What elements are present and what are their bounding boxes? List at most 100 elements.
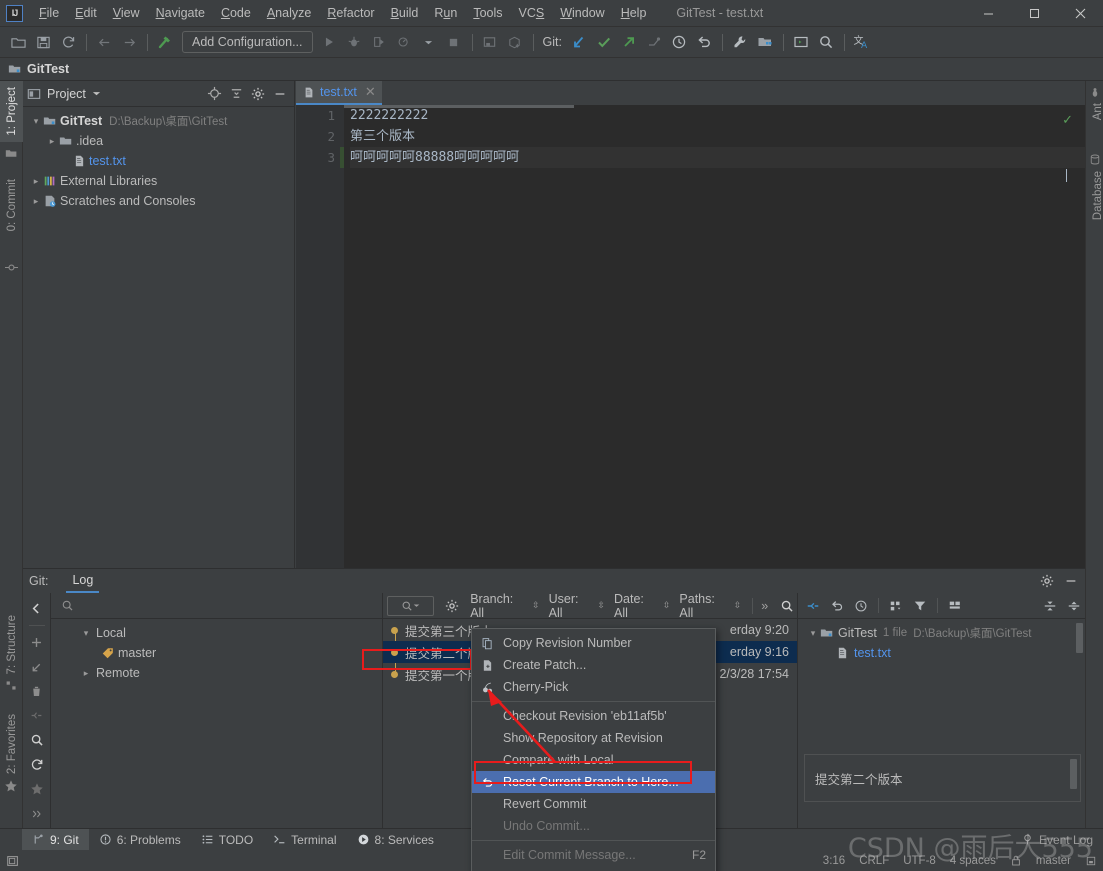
menu-refactor[interactable]: Refactor bbox=[319, 3, 382, 23]
chevron-right-icon[interactable]: ▸ bbox=[79, 668, 93, 679]
git-branch-status[interactable]: master bbox=[1036, 855, 1071, 867]
menu-tools[interactable]: Tools bbox=[465, 3, 510, 23]
run-icon[interactable] bbox=[317, 30, 341, 54]
caret-position[interactable]: 3:16 bbox=[823, 855, 845, 867]
search-icon[interactable] bbox=[26, 730, 48, 750]
editor-tab-test-txt[interactable]: test.txt ✕ bbox=[296, 81, 382, 105]
history-clock-icon[interactable] bbox=[850, 595, 872, 617]
menu-revert-commit[interactable]: Revert Commit bbox=[472, 793, 715, 815]
sidebar-item-project[interactable]: 1: Project bbox=[0, 81, 23, 142]
more-options-icon[interactable] bbox=[26, 804, 48, 824]
menu-navigate[interactable]: Navigate bbox=[148, 3, 213, 23]
editor-code[interactable]: 2222222222 第三个版本 呵呵呵呵呵88888呵呵呵呵呵 bbox=[344, 105, 1085, 568]
bottom-tab-services[interactable]: 8: Services bbox=[347, 829, 444, 851]
file-encoding[interactable]: UTF-8 bbox=[903, 855, 936, 867]
layout-toggle-icon[interactable] bbox=[6, 854, 20, 868]
add-icon[interactable] bbox=[26, 632, 48, 652]
tab-log[interactable]: Log bbox=[66, 570, 100, 593]
filter-date[interactable]: Date: All ⇳ bbox=[614, 592, 670, 620]
navbar-project-name[interactable]: GitTest bbox=[27, 62, 69, 76]
chevron-right-icon[interactable]: ▸ bbox=[45, 136, 59, 147]
chevron-right-icon[interactable]: ▸ bbox=[29, 176, 43, 187]
translate-icon[interactable]: 文A bbox=[850, 30, 874, 54]
menu-create-patch[interactable]: Create Patch... bbox=[472, 654, 715, 676]
filter-overflow[interactable]: » bbox=[761, 599, 768, 613]
settings-gear-icon[interactable] bbox=[248, 84, 268, 104]
commit-checkmark-icon[interactable] bbox=[592, 30, 616, 54]
menu-view[interactable]: View bbox=[105, 3, 148, 23]
tree-node-idea[interactable]: ▸ .idea bbox=[23, 131, 294, 151]
details-node-test-txt[interactable]: test.txt bbox=[798, 643, 1085, 663]
settings-wrench-icon[interactable] bbox=[728, 30, 752, 54]
update-project-icon[interactable] bbox=[567, 30, 591, 54]
inspection-status-icon[interactable]: ✓ bbox=[1062, 112, 1073, 128]
message-scrollbar[interactable] bbox=[1070, 759, 1077, 789]
locate-icon[interactable] bbox=[204, 84, 224, 104]
branches-icon[interactable] bbox=[642, 30, 666, 54]
menu-copy-revision-number[interactable]: Copy Revision Number bbox=[472, 632, 715, 654]
sidebar-item-ant[interactable]: Ant bbox=[1086, 103, 1103, 120]
profile-icon[interactable] bbox=[392, 30, 416, 54]
sync-icon[interactable] bbox=[56, 30, 80, 54]
chevron-down-icon[interactable] bbox=[92, 89, 101, 98]
line-separator[interactable]: CRLF bbox=[859, 855, 889, 867]
branch-node-master[interactable]: master bbox=[51, 643, 382, 663]
menu-show-repository-at-revision[interactable]: Show Repository at Revision bbox=[472, 727, 715, 749]
package-download-icon[interactable] bbox=[503, 30, 527, 54]
branch-node-local[interactable]: ▾ Local bbox=[51, 623, 382, 643]
menu-vcs[interactable]: VCS bbox=[511, 3, 553, 23]
expand-all-icon[interactable] bbox=[1039, 595, 1061, 617]
collapse-left-icon[interactable] bbox=[26, 598, 48, 618]
sidebar-item-database[interactable]: Database bbox=[1086, 171, 1103, 220]
expand-changes-icon[interactable] bbox=[802, 595, 824, 617]
save-all-icon[interactable] bbox=[31, 30, 55, 54]
chevron-down-icon[interactable] bbox=[413, 602, 420, 609]
delete-trash-icon[interactable] bbox=[26, 681, 48, 701]
event-log-button[interactable]: Event Log bbox=[1021, 833, 1103, 847]
run-configuration-selector[interactable]: Add Configuration... bbox=[182, 31, 313, 53]
log-settings-gear-icon[interactable] bbox=[442, 596, 462, 616]
menu-cherry-pick[interactable]: Cherry-Pick bbox=[472, 676, 715, 698]
menu-window[interactable]: Window bbox=[552, 3, 612, 23]
stop-icon[interactable] bbox=[442, 30, 466, 54]
navigate-back-icon[interactable] bbox=[92, 30, 116, 54]
build-hammer-icon[interactable] bbox=[153, 30, 177, 54]
sidebar-item-favorites[interactable]: 2: Favorites bbox=[0, 708, 23, 780]
hide-panel-icon[interactable] bbox=[270, 84, 290, 104]
details-node-gittest[interactable]: ▾ GitTest 1 file D:\Backup\桌面\GitTest bbox=[798, 623, 1085, 643]
menu-run[interactable]: Run bbox=[426, 3, 465, 23]
favorite-star-icon[interactable] bbox=[26, 779, 48, 799]
bottom-tab-git[interactable]: 9: Git bbox=[22, 828, 89, 851]
fetch-icon[interactable] bbox=[26, 706, 48, 726]
tree-node-gittest[interactable]: ▾ GitTest D:\Backup\桌面\GitTest bbox=[23, 111, 294, 131]
menu-checkout-revision[interactable]: Checkout Revision 'eb11af5b' bbox=[472, 705, 715, 727]
run-with-coverage-icon[interactable] bbox=[367, 30, 391, 54]
push-icon[interactable] bbox=[617, 30, 641, 54]
menu-build[interactable]: Build bbox=[383, 3, 427, 23]
debug-icon[interactable] bbox=[342, 30, 366, 54]
lock-icon[interactable] bbox=[1010, 854, 1022, 867]
bottom-tab-problems[interactable]: 6: Problems bbox=[89, 829, 191, 851]
menu-reset-current-branch-to-here[interactable]: Reset Current Branch to Here... bbox=[472, 771, 715, 793]
tree-node-test-txt[interactable]: test.txt bbox=[23, 151, 294, 171]
chevron-right-icon[interactable]: ▸ bbox=[29, 196, 43, 207]
collapse-all-icon[interactable] bbox=[226, 84, 246, 104]
tree-node-external-libraries[interactable]: ▸ External Libraries bbox=[23, 171, 294, 191]
preview-layout-icon[interactable] bbox=[944, 595, 966, 617]
chevron-down-icon[interactable]: ▾ bbox=[806, 628, 820, 639]
filter-icon[interactable] bbox=[909, 595, 931, 617]
log-search-input[interactable] bbox=[387, 595, 435, 616]
menu-edit[interactable]: Edit bbox=[67, 3, 105, 23]
sidebar-item-structure[interactable]: 7: Structure bbox=[0, 609, 23, 680]
rollback-icon[interactable] bbox=[692, 30, 716, 54]
filter-user[interactable]: User: All ⇳ bbox=[549, 592, 605, 620]
update-app-icon[interactable] bbox=[478, 30, 502, 54]
indent-setting[interactable]: 4 spaces bbox=[950, 855, 996, 867]
hide-panel-icon[interactable] bbox=[1061, 571, 1081, 591]
history-clock-icon[interactable] bbox=[667, 30, 691, 54]
search-everywhere-icon[interactable] bbox=[814, 30, 838, 54]
log-search-icon[interactable] bbox=[777, 596, 797, 616]
group-by-icon[interactable] bbox=[885, 595, 907, 617]
rollback-icon[interactable] bbox=[826, 595, 848, 617]
close-icon[interactable]: ✕ bbox=[365, 84, 376, 100]
